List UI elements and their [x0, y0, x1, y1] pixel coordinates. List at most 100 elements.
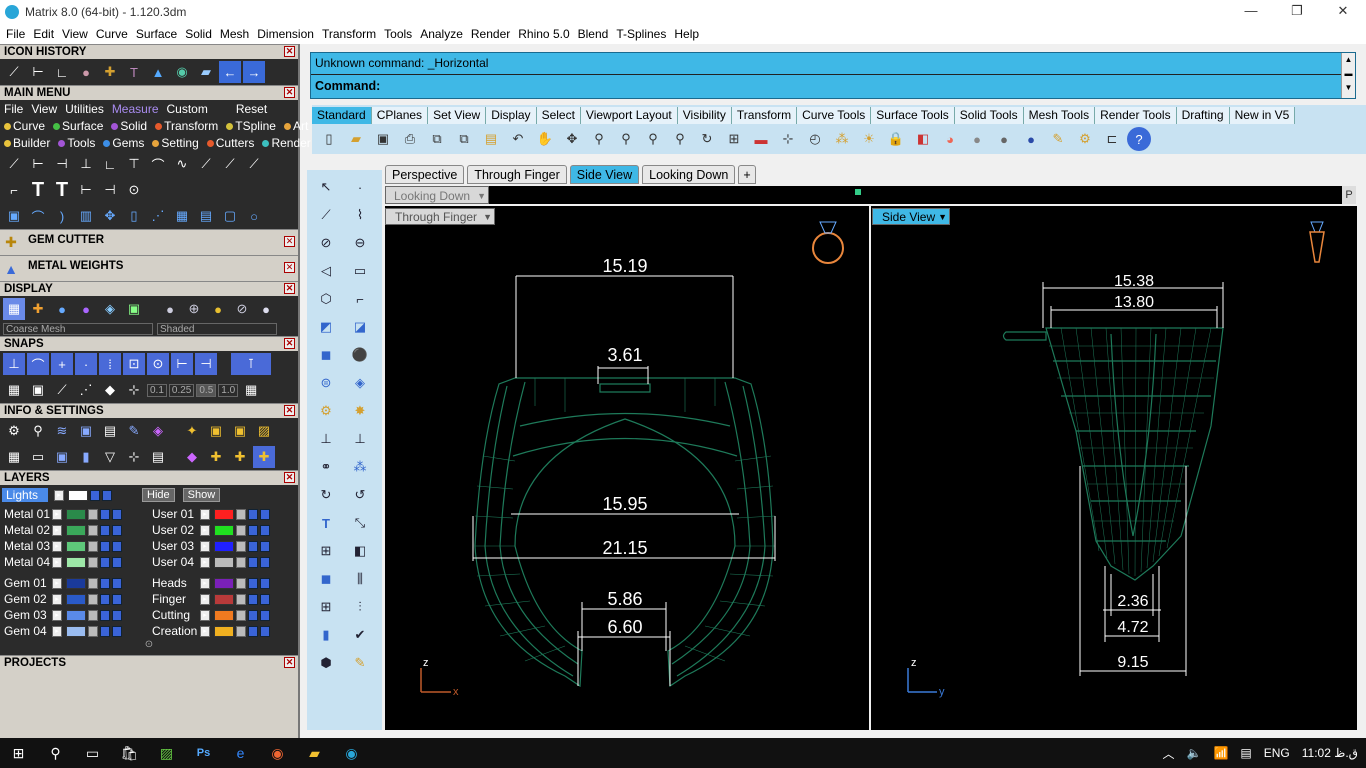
snap-quad-icon[interactable]: ⁞: [99, 353, 121, 375]
store-icon[interactable]: 🛍: [111, 738, 148, 768]
measure-icon[interactable]: ⊥: [75, 153, 97, 175]
sweep-icon[interactable]: ◪: [347, 316, 373, 338]
sphere-icon[interactable]: ●: [159, 298, 181, 320]
menu-tsplines[interactable]: T-Splines: [612, 27, 670, 41]
lock-icon[interactable]: [236, 609, 246, 621]
through-finger-viewport[interactable]: Through Finger ▼ 15.19 3.61 15.95 21.15 …: [385, 206, 869, 730]
array-linear-icon[interactable]: ⫼: [347, 568, 373, 590]
split-icon[interactable]: ⊥: [347, 428, 373, 450]
main-menu-curve[interactable]: Curve: [0, 119, 49, 133]
cross-icon[interactable]: ✚: [229, 446, 251, 468]
layer-color-swatch[interactable]: [214, 524, 234, 536]
gem-icon[interactable]: ◆: [181, 446, 203, 468]
snap-near-icon[interactable]: ⊡: [123, 353, 145, 375]
menu-view[interactable]: View: [58, 27, 92, 41]
mirror-icon[interactable]: ◧: [347, 540, 373, 562]
visibility-icon[interactable]: [100, 540, 110, 552]
layer-row[interactable]: Finger ▸: [148, 591, 296, 607]
lock-icon[interactable]: [88, 593, 98, 605]
zoom-selected-icon[interactable]: ⚲: [668, 127, 692, 151]
expand-icon[interactable]: ▸: [52, 625, 62, 637]
measure-icon[interactable]: ⊣: [99, 179, 121, 201]
minimize-button[interactable]: —: [1228, 0, 1274, 23]
task-view-icon[interactable]: ▭: [74, 738, 111, 768]
ellipse-icon[interactable]: ⊖: [347, 232, 373, 254]
layer-color-swatch[interactable]: [66, 508, 86, 520]
photoshop-icon[interactable]: Ps: [185, 738, 222, 768]
radius-icon[interactable]: ⊙: [123, 179, 145, 201]
fillet-icon[interactable]: ⌐: [347, 288, 373, 310]
tab-looking-down[interactable]: Looking Down: [642, 164, 736, 184]
toolbar-tab-solid-tools[interactable]: Solid Tools: [954, 107, 1024, 124]
layer-color-swatch[interactable]: [66, 524, 86, 536]
new-file-icon[interactable]: ▯: [317, 127, 341, 151]
filter-icon[interactable]: ▽: [99, 446, 121, 468]
wifi-icon[interactable]: 📶: [1213, 746, 1228, 760]
paste-icon[interactable]: ▤: [479, 127, 503, 151]
search-icon[interactable]: ⚲: [37, 738, 74, 768]
layer-color-swatch[interactable]: [66, 593, 86, 605]
shading-select[interactable]: Shaded: [157, 323, 277, 335]
gold-sphere-icon[interactable]: ●: [207, 298, 229, 320]
main-menu-builder[interactable]: Builder: [0, 136, 54, 150]
visibility-icon[interactable]: [248, 540, 258, 552]
four-viewports-icon[interactable]: ⊞: [722, 127, 746, 151]
layer-name[interactable]: Metal 02: [0, 523, 52, 537]
snap-center-icon[interactable]: ⊙: [147, 353, 169, 375]
curve-icon[interactable]: ⟋: [219, 153, 241, 175]
rectangle-icon[interactable]: ▭: [347, 260, 373, 282]
snap-end-icon[interactable]: ⊥: [3, 353, 25, 375]
bars-icon[interactable]: ▥: [75, 205, 97, 227]
menu-help[interactable]: Help: [670, 27, 703, 41]
current-layer-icon[interactable]: [260, 609, 270, 621]
measure-icon[interactable]: ⊤: [123, 153, 145, 175]
visibility-icon[interactable]: [248, 508, 258, 520]
visibility-icon[interactable]: [90, 489, 100, 501]
menu-rhino5[interactable]: Rhino 5.0: [514, 27, 573, 41]
menu-edit[interactable]: Edit: [29, 27, 58, 41]
text-icon[interactable]: T: [51, 179, 73, 201]
rotate-icon[interactable]: ↻: [313, 484, 339, 506]
expand-icon[interactable]: ▸: [200, 609, 210, 621]
snap-perp-icon[interactable]: ⊢: [171, 353, 193, 375]
point-cloud-icon[interactable]: ⁂: [830, 127, 854, 151]
camera-icon[interactable]: ▣: [205, 420, 227, 442]
layer-name[interactable]: Heads: [148, 576, 200, 590]
menu-solid[interactable]: Solid: [181, 27, 216, 41]
current-layer-icon[interactable]: [112, 593, 122, 605]
close-button[interactable]: ✕: [1320, 0, 1366, 23]
toolbar-tab-set-view[interactable]: Set View: [428, 107, 487, 124]
box-icon[interactable]: ◼: [313, 344, 339, 366]
cross-icon[interactable]: ✚: [253, 446, 275, 468]
side-view-viewport[interactable]: Side View▼ 15.38 13.80 2.36 4.72 9.15 z: [871, 206, 1357, 730]
current-layer-icon[interactable]: [260, 625, 270, 637]
shaded-sphere-icon[interactable]: ●: [75, 298, 97, 320]
expand-icon[interactable]: ▸: [52, 508, 62, 520]
clock-icon[interactable]: ◴: [803, 127, 827, 151]
visibility-icon[interactable]: [248, 609, 258, 621]
open-folder-icon[interactable]: ▰: [344, 127, 368, 151]
layer-row[interactable]: Metal 01 ▸: [0, 506, 148, 522]
layer-row[interactable]: Gem 04 ▸: [0, 623, 148, 639]
visibility-icon[interactable]: [248, 625, 258, 637]
undo-view-icon[interactable]: ↻: [695, 127, 719, 151]
sphere-wire-icon[interactable]: ⊕: [183, 298, 205, 320]
lock-icon[interactable]: [88, 625, 98, 637]
layer-row[interactable]: User 04 ▸: [148, 554, 296, 570]
main-menu-tspline[interactable]: TSpline: [222, 119, 280, 133]
main-menu-transform[interactable]: Transform: [151, 119, 222, 133]
snap-value-05[interactable]: 0.5: [196, 383, 217, 397]
lock-icon[interactable]: [236, 524, 246, 536]
toolbar-tab-viewport-layout[interactable]: Viewport Layout: [580, 107, 678, 124]
line-icon[interactable]: ⟋: [51, 379, 73, 401]
fan-icon[interactable]: ⋰: [147, 205, 169, 227]
scale-icon[interactable]: ⤡: [347, 512, 373, 534]
curve-icon[interactable]: ⌒: [147, 153, 169, 175]
main-menu-render[interactable]: Render: [258, 136, 314, 150]
back-arrow-icon[interactable]: ←: [219, 61, 241, 83]
menu-file[interactable]: File: [2, 27, 29, 41]
layer-color-swatch[interactable]: [214, 609, 234, 621]
grid-array-icon[interactable]: ⊞: [313, 596, 339, 618]
book-icon[interactable]: ▮: [75, 446, 97, 468]
tab-side-view[interactable]: Side View: [569, 164, 640, 184]
